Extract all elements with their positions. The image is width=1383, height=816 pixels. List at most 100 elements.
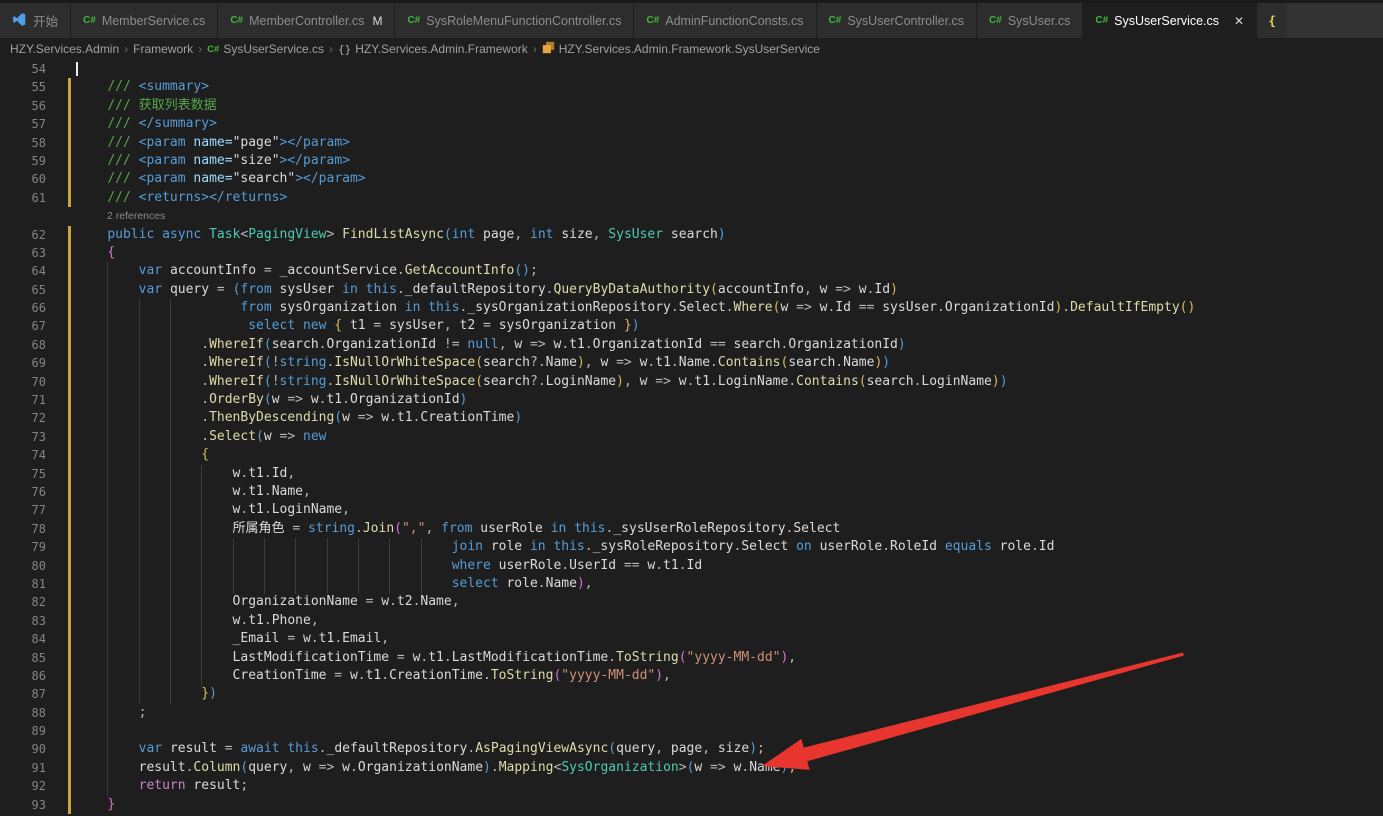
code-line-57[interactable]: 57 /// </summary> — [0, 115, 1383, 133]
code-line-60[interactable]: 60 /// <param name="search"></param> — [0, 170, 1383, 188]
line-number[interactable]: 92 — [0, 777, 46, 795]
line-number[interactable]: 89 — [0, 722, 46, 740]
tab--[interactable]: 开始 — [0, 3, 71, 38]
code-line-64[interactable]: 64 var accountInfo = _accountService.Get… — [0, 262, 1383, 280]
line-number[interactable]: 66 — [0, 299, 46, 317]
tab-partial-next-file[interactable]: { — [1257, 3, 1287, 38]
code-line-62[interactable]: 62 public async Task<PagingView> FindLis… — [0, 226, 1383, 244]
line-number[interactable]: 78 — [0, 520, 46, 538]
code-line-66[interactable]: 66 from sysOrganization in this._sysOrga… — [0, 299, 1383, 317]
code-line-83[interactable]: 83 w.t1.Phone, — [0, 612, 1383, 630]
code-line-84[interactable]: 84 _Email = w.t1.Email, — [0, 630, 1383, 648]
line-number[interactable]: 56 — [0, 97, 46, 115]
code-line-90[interactable]: 90 var result = await this._defaultRepos… — [0, 740, 1383, 758]
line-number[interactable]: 54 — [0, 60, 46, 78]
code-line-93[interactable]: 93 } — [0, 796, 1383, 814]
breadcrumb-item[interactable]: Framework — [133, 42, 193, 56]
code-line-92[interactable]: 92 return result; — [0, 777, 1383, 795]
line-number[interactable]: 80 — [0, 557, 46, 575]
line-number[interactable]: 74 — [0, 446, 46, 464]
line-number[interactable]: 60 — [0, 170, 46, 188]
code-line-86[interactable]: 86 CreationTime = w.t1.CreationTime.ToSt… — [0, 667, 1383, 685]
code-line-74[interactable]: 74 { — [0, 446, 1383, 464]
code-line-63[interactable]: 63 { — [0, 244, 1383, 262]
line-number[interactable]: 62 — [0, 226, 46, 244]
line-number[interactable]: 73 — [0, 428, 46, 446]
code-line-61[interactable]: 61 /// <returns></returns> — [0, 189, 1383, 207]
line-number[interactable]: 75 — [0, 465, 46, 483]
modified-line-indicator — [68, 262, 71, 280]
code-line-88[interactable]: 88 ; — [0, 704, 1383, 722]
line-number[interactable]: 84 — [0, 630, 46, 648]
code-line-85[interactable]: 85 LastModificationTime = w.t1.LastModif… — [0, 649, 1383, 667]
code-line-81[interactable]: 81 select role.Name), — [0, 575, 1383, 593]
line-number[interactable]: 58 — [0, 134, 46, 152]
line-number[interactable]: 61 — [0, 189, 46, 207]
tab-sysusercontroller-cs[interactable]: C#SysUserController.cs — [817, 3, 978, 38]
line-number[interactable]: 79 — [0, 538, 46, 556]
modified-line-indicator — [68, 152, 71, 170]
line-number[interactable]: 67 — [0, 317, 46, 335]
code-line-87[interactable]: 87 }) — [0, 685, 1383, 703]
tab-close-icon[interactable]: ✕ — [1234, 14, 1244, 28]
tab-sysuser-cs[interactable]: C#SysUser.cs — [977, 3, 1083, 38]
code-line-55[interactable]: 55 /// <summary> — [0, 78, 1383, 96]
line-number[interactable]: 87 — [0, 685, 46, 703]
code-line-89[interactable]: 89 — [0, 722, 1383, 740]
breadcrumb-item[interactable]: {}HZY.Services.Admin.Framework — [338, 42, 528, 56]
line-number[interactable]: 83 — [0, 612, 46, 630]
tab-memberservice-cs[interactable]: C#MemberService.cs — [71, 3, 218, 38]
line-number[interactable]: 93 — [0, 796, 46, 814]
code-line-75[interactable]: 75 w.t1.Id, — [0, 465, 1383, 483]
code-line-71[interactable]: 71 .OrderBy(w => w.t1.OrganizationId) — [0, 391, 1383, 409]
code-text: { — [76, 446, 209, 464]
line-number[interactable]: 72 — [0, 409, 46, 427]
breadcrumb-item[interactable]: HZY.Services.Admin — [10, 42, 119, 56]
line-number[interactable]: 91 — [0, 759, 46, 777]
code-line-72[interactable]: 72 .ThenByDescending(w => w.t1.CreationT… — [0, 409, 1383, 427]
line-number[interactable]: 82 — [0, 593, 46, 611]
code-line-79[interactable]: 79 join role in this._sysRoleRepository.… — [0, 538, 1383, 556]
code-line-68[interactable]: 68 .WhereIf(search.OrganizationId != nul… — [0, 336, 1383, 354]
line-number[interactable]: 86 — [0, 667, 46, 685]
line-number[interactable]: 90 — [0, 740, 46, 758]
tab-sysuserservice-cs[interactable]: C#SysUserService.cs✕ — [1083, 3, 1257, 38]
codelens-references[interactable]: 2 references — [107, 208, 165, 224]
line-number[interactable]: 59 — [0, 152, 46, 170]
tab-adminfunctionconsts-cs[interactable]: C#AdminFunctionConsts.cs — [634, 3, 816, 38]
code-line-67[interactable]: 67 select new { t1 = sysUser, t2 = sysOr… — [0, 317, 1383, 335]
line-number[interactable]: 57 — [0, 115, 46, 133]
line-number[interactable]: 64 — [0, 262, 46, 280]
code-line-80[interactable]: 80 where userRole.UserId == w.t1.Id — [0, 557, 1383, 575]
line-number[interactable]: 77 — [0, 501, 46, 519]
line-number[interactable]: 71 — [0, 391, 46, 409]
code-line-59[interactable]: 59 /// <param name="size"></param> — [0, 152, 1383, 170]
code-line-76[interactable]: 76 w.t1.Name, — [0, 483, 1383, 501]
tab-membercontroller-cs[interactable]: C#MemberController.csM — [218, 3, 395, 38]
code-line-82[interactable]: 82 OrganizationName = w.t2.Name, — [0, 593, 1383, 611]
breadcrumb-item[interactable]: HZY.Services.Admin.Framework.SysUserServ… — [542, 41, 820, 57]
code-line-69[interactable]: 69 .WhereIf(!string.IsNullOrWhiteSpace(s… — [0, 354, 1383, 372]
code-line-73[interactable]: 73 .Select(w => new — [0, 428, 1383, 446]
code-line-77[interactable]: 77 w.t1.LoginName, — [0, 501, 1383, 519]
line-number[interactable]: 85 — [0, 649, 46, 667]
code-line-65[interactable]: 65 var query = (from sysUser in this._de… — [0, 281, 1383, 299]
line-number[interactable]: 69 — [0, 354, 46, 372]
line-number[interactable]: 68 — [0, 336, 46, 354]
line-number[interactable]: 65 — [0, 281, 46, 299]
code-line-70[interactable]: 70 .WhereIf(!string.IsNullOrWhiteSpace(s… — [0, 373, 1383, 391]
code-line-58[interactable]: 58 /// <param name="page"></param> — [0, 134, 1383, 152]
code-editor[interactable]: 5455 /// <summary>56 /// 获取列表数据57 /// </… — [0, 60, 1383, 816]
breadcrumb-item[interactable]: C#SysUserService.cs — [207, 42, 324, 56]
line-number[interactable]: 81 — [0, 575, 46, 593]
line-number[interactable]: 55 — [0, 78, 46, 96]
line-number[interactable]: 76 — [0, 483, 46, 501]
code-line-56[interactable]: 56 /// 获取列表数据 — [0, 97, 1383, 115]
code-line-91[interactable]: 91 result.Column(query, w => w.Organizat… — [0, 759, 1383, 777]
line-number[interactable]: 88 — [0, 704, 46, 722]
line-number[interactable]: 63 — [0, 244, 46, 262]
code-line-54[interactable]: 54 — [0, 60, 1383, 78]
code-line-78[interactable]: 78 所属角色 = string.Join(",", from userRole… — [0, 520, 1383, 538]
tab-sysrolemenufunctioncontroller-cs[interactable]: C#SysRoleMenuFunctionController.cs — [395, 3, 634, 38]
line-number[interactable]: 70 — [0, 373, 46, 391]
